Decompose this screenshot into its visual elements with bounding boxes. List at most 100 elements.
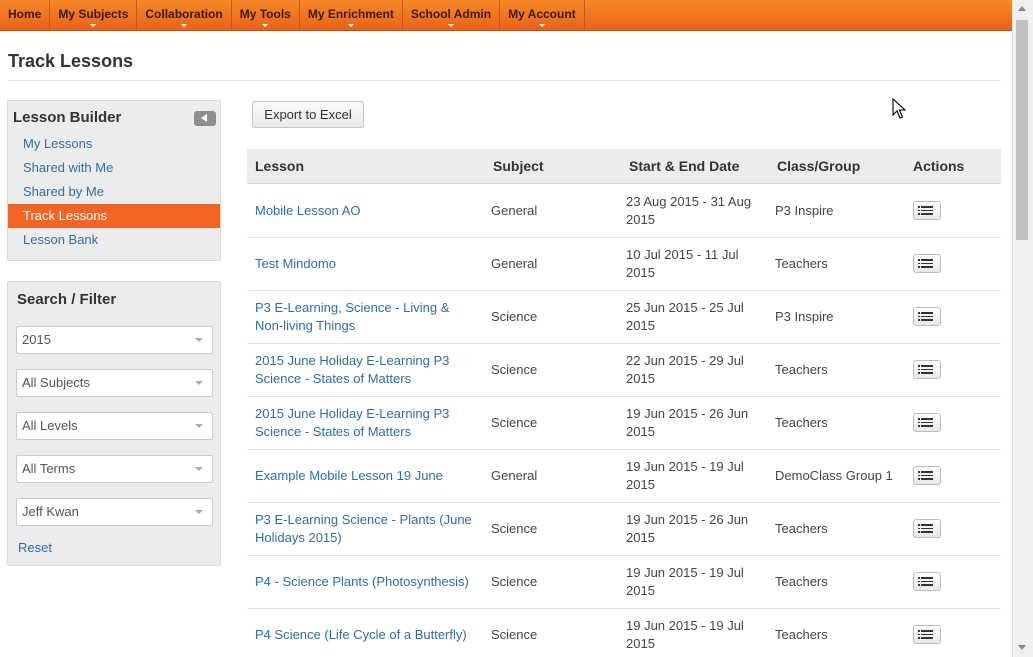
list-icon (918, 577, 933, 586)
list-icon (918, 471, 933, 480)
nav-item-label: My Tools (239, 7, 291, 21)
caret-down-icon (347, 24, 354, 27)
collapse-panel-button[interactable] (194, 111, 216, 126)
sidebar-item-shared-by-me[interactable]: Shared by Me (8, 180, 220, 204)
nav-item-collaboration[interactable]: Collaboration (137, 0, 232, 30)
chevron-down-icon (195, 467, 203, 471)
chevron-down-icon (195, 338, 203, 342)
page-scrollbar[interactable] (1012, 0, 1033, 657)
row-actions-button[interactable] (913, 466, 941, 485)
class-group-cell: DemoClass Group 1 (775, 468, 893, 483)
row-actions-button[interactable] (913, 519, 941, 538)
list-icon (918, 630, 933, 639)
nav-item-label: School Admin (410, 7, 492, 21)
export-to-excel-button[interactable]: Export to Excel (252, 101, 364, 128)
caret-down-icon (181, 24, 188, 27)
subject-cell: Science (491, 415, 538, 430)
table-row: 2015 June Holiday E-Learning P3 Science … (247, 397, 1001, 450)
subject-select-value: All Subjects (22, 375, 90, 390)
lesson-link[interactable]: P4 Science (Life Cycle of a Butterfly) (255, 626, 480, 644)
nav-item-home[interactable]: Home (0, 0, 51, 30)
date-range-cell: 25 Jun 2015 - 25 Jul 2015 (626, 300, 744, 333)
class-group-cell: Teachers (775, 256, 828, 271)
nav-item-school-admin[interactable]: School Admin (403, 0, 501, 30)
row-actions-button[interactable] (913, 201, 941, 220)
lesson-link[interactable]: Mobile Lesson AO (255, 202, 480, 220)
scroll-down-arrow-icon[interactable] (1018, 645, 1026, 650)
list-icon (918, 365, 933, 374)
subject-cell: General (491, 203, 538, 218)
list-icon (918, 312, 933, 321)
year-select-value: 2015 (22, 332, 51, 347)
page-title: Track Lessons (8, 51, 134, 71)
class-group-cell: P3 Inspire (775, 203, 834, 218)
table-row: Mobile Lesson AO General 23 Aug 2015 - 31 … (247, 185, 1001, 238)
date-range-cell: 19 Jun 2015 - 26 Jun 2015 (626, 406, 749, 439)
row-actions-button[interactable] (913, 625, 941, 644)
lesson-link[interactable]: P3 E-Learning Science - Plants (June Hol… (255, 511, 480, 547)
subject-cell: Science (491, 521, 538, 536)
nav-item-my-subjects[interactable]: My Subjects (50, 0, 138, 30)
row-actions-button[interactable] (913, 572, 941, 591)
teacher-select[interactable]: Jeff Kwan (16, 498, 213, 526)
lesson-link[interactable]: P4 - Science Plants (Photosynthesis) (255, 573, 480, 591)
level-select[interactable]: All Levels (16, 412, 213, 440)
nav-item-label: My Enrichment (307, 7, 394, 21)
date-range-cell: 19 Jun 2015 - 19 Jul 2015 (626, 565, 744, 598)
date-range-cell: 19 Jun 2015 - 19 Jul 2015 (626, 618, 744, 651)
column-header-dates[interactable]: Start & End Date (629, 158, 739, 174)
title-divider (8, 80, 1001, 81)
column-header-class[interactable]: Class/Group (777, 158, 860, 174)
lesson-builder-panel: Lesson Builder My Lessons Shared with Me S… (7, 100, 221, 261)
lesson-link[interactable]: 2015 June Holiday E-Learning P3 Science … (255, 352, 480, 388)
row-actions-button[interactable] (913, 360, 941, 379)
date-range-cell: 22 Jun 2015 - 29 Jul 2015 (626, 353, 744, 386)
sidebar-item-track-lessons[interactable]: Track Lessons (8, 204, 220, 228)
column-header-subject[interactable]: Subject (493, 158, 544, 174)
table-row: Example Mobile Lesson 19 June General 19 J… (247, 450, 1001, 503)
sidebar-item-my-lessons[interactable]: My Lessons (8, 132, 220, 156)
nav-item-my-account[interactable]: My Account (500, 0, 585, 30)
nav-item-label: My Account (508, 7, 576, 21)
lesson-link[interactable]: Test Mindomo (255, 255, 480, 273)
caret-down-icon (90, 24, 97, 27)
table-row: P4 Science (Life Cycle of a Butterfly) Sc… (247, 609, 1001, 657)
caret-down-icon (262, 24, 269, 27)
lesson-link[interactable]: P3 E-Learning, Science - Living & Non-li… (255, 299, 480, 335)
nav-item-label: Collaboration (145, 7, 223, 21)
table-row: P4 - Science Plants (Photosynthesis) Scie… (247, 556, 1001, 609)
table-row: Test Mindomo General 10 Jul 2015 - 11 Jul … (247, 238, 1001, 291)
class-group-cell: Teachers (775, 362, 828, 377)
reset-filter-link[interactable]: Reset (18, 540, 52, 555)
top-navigation: Home My Subjects Collaboration My Tools My E… (0, 0, 1012, 31)
class-group-cell: Teachers (775, 415, 828, 430)
lesson-link[interactable]: Example Mobile Lesson 19 June (255, 467, 480, 485)
year-select[interactable]: 2015 (16, 326, 213, 354)
subject-select[interactable]: All Subjects (16, 369, 213, 397)
date-range-cell: 23 Aug 2015 - 31 Aug 2015 (626, 194, 752, 227)
row-actions-button[interactable] (913, 307, 941, 326)
nav-item-label: My Subjects (58, 7, 129, 21)
subject-cell: Science (491, 362, 538, 377)
teacher-select-value: Jeff Kwan (22, 504, 79, 519)
sidebar-item-shared-with-me[interactable]: Shared with Me (8, 156, 220, 180)
lesson-link[interactable]: 2015 June Holiday E-Learning P3 Science … (255, 405, 480, 441)
date-range-cell: 19 Jun 2015 - 26 Jun 2015 (626, 512, 749, 545)
table-row: 2015 June Holiday E-Learning P3 Science … (247, 344, 1001, 397)
scroll-thumb[interactable] (1016, 20, 1028, 240)
row-actions-button[interactable] (913, 413, 941, 432)
term-select[interactable]: All Terms (16, 455, 213, 483)
list-icon (918, 206, 933, 215)
list-icon (918, 524, 933, 533)
nav-item-my-enrichment[interactable]: My Enrichment (300, 0, 403, 30)
chevron-down-icon (195, 424, 203, 428)
sidebar-item-lesson-bank[interactable]: Lesson Bank (8, 228, 220, 252)
table-row: P3 E-Learning, Science - Living & Non-li… (247, 291, 1001, 344)
nav-item-my-tools[interactable]: My Tools (232, 0, 300, 30)
subject-cell: Science (491, 627, 538, 642)
row-actions-button[interactable] (913, 254, 941, 273)
scroll-up-arrow-icon[interactable] (1018, 6, 1026, 11)
column-header-lesson[interactable]: Lesson (255, 158, 304, 174)
class-group-cell: P3 Inspire (775, 309, 834, 324)
table-header: Lesson Subject Start & End Date Class/Gr… (247, 149, 1001, 184)
